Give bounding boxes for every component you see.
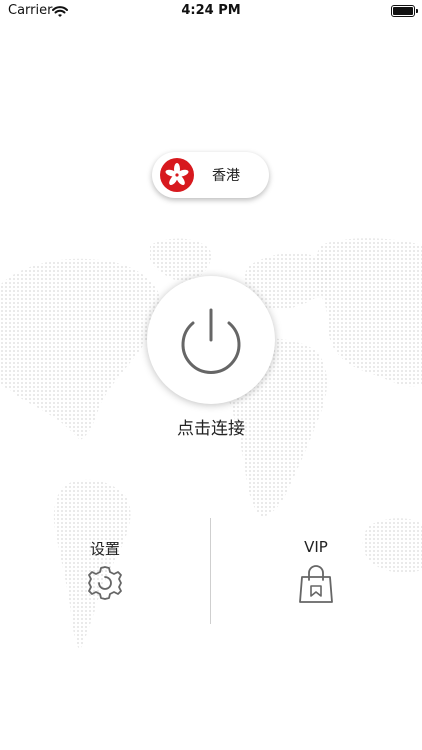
vip-label: VIP <box>304 538 328 556</box>
settings-label: 设置 <box>89 540 120 558</box>
menu-divider <box>210 518 211 624</box>
vip-button[interactable]: VIP <box>256 534 376 614</box>
battery-icon <box>391 5 418 17</box>
region-selector[interactable]: 香港 <box>152 152 269 198</box>
status-time: 4:24 PM <box>181 3 241 18</box>
connect-power-button[interactable] <box>147 276 275 404</box>
status-bar: Carrier 4:24 PM <box>0 0 422 24</box>
gear-icon <box>88 566 122 600</box>
connect-label: 点击连接 <box>177 419 245 439</box>
region-name: 香港 <box>212 168 240 184</box>
settings-button[interactable]: 设置 <box>45 534 165 614</box>
shopping-bag-icon <box>299 565 333 603</box>
hong-kong-flag-icon <box>160 158 194 192</box>
power-icon <box>181 308 241 374</box>
